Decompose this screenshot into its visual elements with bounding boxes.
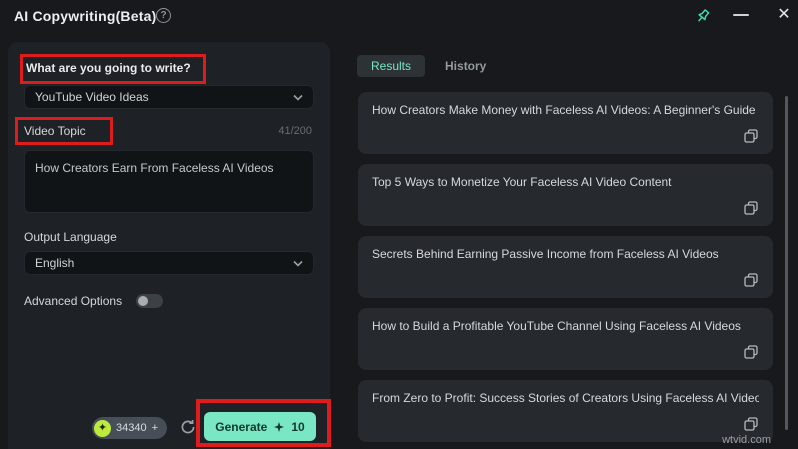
result-title: How to Build a Profitable YouTube Channe… xyxy=(372,319,759,333)
tab-history[interactable]: History xyxy=(443,55,488,77)
language-dropdown[interactable]: English xyxy=(24,251,314,275)
copy-icon[interactable] xyxy=(743,272,759,288)
pin-icon[interactable] xyxy=(694,7,712,25)
result-card[interactable]: Secrets Behind Earning Passive Income fr… xyxy=(358,236,773,298)
language-value: English xyxy=(35,256,74,270)
tab-results[interactable]: Results xyxy=(357,55,425,77)
window-title: AI Copywriting(Beta) xyxy=(14,8,156,24)
advanced-options-label: Advanced Options xyxy=(24,294,122,308)
write-type-value: YouTube Video Ideas xyxy=(35,90,149,104)
result-card[interactable]: From Zero to Profit: Success Stories of … xyxy=(358,380,773,442)
chevron-down-icon xyxy=(293,94,303,101)
copy-icon[interactable] xyxy=(743,344,759,360)
result-title: Secrets Behind Earning Passive Income fr… xyxy=(372,247,759,261)
close-icon[interactable]: ✕ xyxy=(773,4,795,26)
minimize-icon[interactable] xyxy=(733,14,749,16)
copy-icon[interactable] xyxy=(743,416,759,432)
title-bar: AI Copywriting(Beta) ? ✕ xyxy=(0,0,798,34)
help-icon[interactable]: ? xyxy=(156,8,171,23)
refresh-icon[interactable] xyxy=(180,419,197,436)
credits-badge[interactable]: ✦ 34340 + xyxy=(92,417,167,439)
result-card[interactable]: How to Build a Profitable YouTube Channe… xyxy=(358,308,773,370)
language-label: Output Language xyxy=(24,230,117,244)
form-panel: What are you going to write? YouTube Vid… xyxy=(8,42,330,449)
result-title: From Zero to Profit: Success Stories of … xyxy=(372,391,759,405)
topic-input[interactable]: How Creators Earn From Faceless AI Video… xyxy=(24,150,314,213)
generate-button[interactable]: Generate 10 xyxy=(204,412,316,441)
watermark: wtvid.com xyxy=(722,434,771,446)
topic-counter: 41/200 xyxy=(278,125,312,137)
advanced-options-toggle[interactable] xyxy=(136,294,163,308)
toggle-knob xyxy=(138,296,148,306)
credits-value: 34340 xyxy=(116,422,147,434)
write-type-dropdown[interactable]: YouTube Video Ideas xyxy=(24,85,314,109)
ai-copywriting-window: AI Copywriting(Beta) ? ✕ What are you go… xyxy=(0,0,798,449)
copy-icon[interactable] xyxy=(743,200,759,216)
result-card[interactable]: How Creators Make Money with Faceless AI… xyxy=(358,92,773,154)
results-tabs: Results History xyxy=(357,55,488,77)
write-type-label: What are you going to write? xyxy=(26,61,191,75)
result-card[interactable]: Top 5 Ways to Monetize Your Faceless AI … xyxy=(358,164,773,226)
generate-cost: 10 xyxy=(291,420,304,434)
coin-icon: ✦ xyxy=(94,420,111,437)
results-scrollbar[interactable] xyxy=(785,96,788,430)
sparkle-icon xyxy=(273,421,285,433)
add-credits-plus[interactable]: + xyxy=(152,422,158,434)
results-list: How Creators Make Money with Faceless AI… xyxy=(358,92,773,449)
result-title: How Creators Make Money with Faceless AI… xyxy=(372,103,759,117)
copy-icon[interactable] xyxy=(743,128,759,144)
topic-label: Video Topic xyxy=(24,124,86,138)
generate-label: Generate xyxy=(215,420,267,434)
result-title: Top 5 Ways to Monetize Your Faceless AI … xyxy=(372,175,759,189)
chevron-down-icon xyxy=(293,260,303,267)
